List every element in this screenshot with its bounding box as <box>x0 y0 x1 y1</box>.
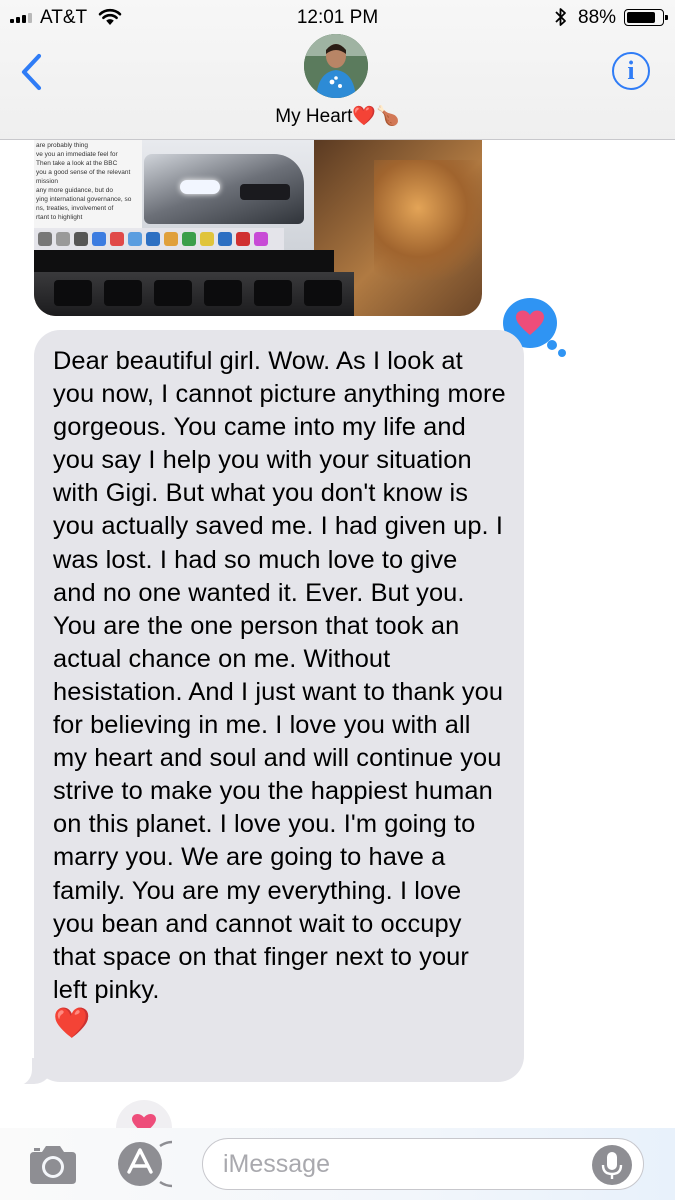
info-button[interactable]: i <box>612 52 650 90</box>
back-button[interactable] <box>18 52 46 92</box>
photo-doc-line: any more guidance, but do <box>36 187 113 194</box>
battery-percentage: 88% <box>578 7 617 28</box>
photo-laptop-bezel <box>34 250 334 272</box>
photo-dock <box>34 228 284 250</box>
message-text: Dear beautiful girl. Wow. As I look at y… <box>53 347 506 1004</box>
status-bar: AT&T 12:01 PM 88% <box>0 0 675 36</box>
microphone-button[interactable] <box>592 1145 632 1185</box>
camera-icon[interactable] <box>26 1144 80 1186</box>
received-message-bubble[interactable]: Dear beautiful girl. Wow. As I look at y… <box>34 330 524 1082</box>
message-heart-emoji: ❤️ <box>53 1006 91 1040</box>
photo-doc-line: ying international governance, so <box>36 196 132 203</box>
photo-document: are probably thing ve you an immediate fe… <box>34 140 142 230</box>
status-time: 12:01 PM <box>296 7 379 28</box>
microphone-icon <box>601 1152 623 1179</box>
navigation-header: AT&T 12:01 PM 88% My Heart❤️🍗 i <box>0 0 675 140</box>
photo-doc-line: rtant to highlight <box>36 214 83 221</box>
contact-name-text: My Heart <box>275 106 353 127</box>
bluetooth-icon <box>555 8 566 26</box>
battery-icon <box>624 9 668 26</box>
photo-doc-line: ns, treaties, involvement of <box>36 205 114 212</box>
message-input-bar <box>0 1128 675 1200</box>
contact-name[interactable]: My Heart❤️🍗 <box>0 104 675 128</box>
photo-keyboard <box>34 272 354 316</box>
photo-doc-line: Then take a look at the BBC <box>36 160 118 167</box>
heart-icon <box>516 310 544 335</box>
app-store-icon[interactable] <box>114 1140 172 1188</box>
photo-doc-line: are probably thing <box>36 142 89 149</box>
contact-name-emoji: ❤️🍗 <box>352 106 400 127</box>
tapback-tail-dot <box>558 349 566 357</box>
photo-doc-line: ve you an immediate feel for <box>36 151 118 158</box>
photo-doc-line: you a good sense of the relevant <box>36 169 131 176</box>
photo-doc-line: mission <box>36 178 59 185</box>
photo-lamp-glow <box>374 160 482 280</box>
imessage-input[interactable] <box>202 1138 644 1190</box>
photo-message[interactable]: are probably thing ve you an immediate fe… <box>34 140 482 316</box>
photo-car-image <box>144 154 304 224</box>
contact-photo <box>304 34 368 98</box>
contact-avatar[interactable] <box>304 34 368 98</box>
